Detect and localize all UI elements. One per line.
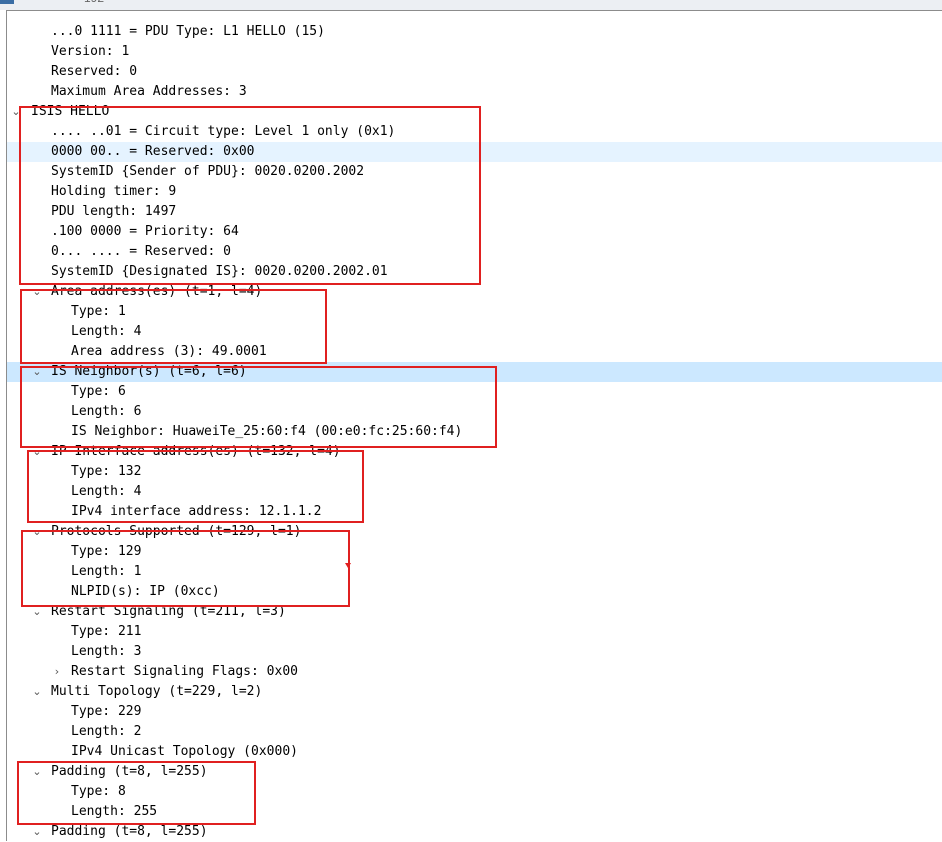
tree-row-label: IPv4 Unicast Topology (0x000) — [71, 744, 298, 759]
tree-row-label: Length: 2 — [71, 724, 142, 739]
tree-row-label: Type: 211 — [71, 624, 142, 639]
annotation-box-ip-interface — [27, 450, 364, 523]
tree-row[interactable]: Type: 229 — [7, 702, 942, 722]
tree-row-label: Length: 3 — [71, 644, 142, 659]
app-icon-fragment — [0, 0, 14, 4]
tree-row-label: Restart Signaling Flags: 0x00 — [71, 664, 298, 679]
tree-row-label: Padding (t=8, l=255) — [51, 824, 208, 839]
tree-row-label: Reserved: 0 — [51, 64, 138, 79]
tree-row[interactable]: Version: 1 — [7, 42, 942, 62]
tree-row[interactable]: › Restart Signaling Flags: 0x00 — [7, 662, 942, 682]
annotation-mark — [345, 563, 351, 568]
tab-title-fragment: 192 — [84, 0, 104, 5]
tree-row-label: ...0 1111 = PDU Type: L1 HELLO (15) — [51, 24, 325, 39]
annotation-box-padding — [17, 761, 256, 825]
tree-row[interactable]: Reserved: 0 — [7, 62, 942, 82]
tree-row[interactable]: ...0 1111 = PDU Type: L1 HELLO (15) — [7, 22, 942, 42]
tree-row-label: Multi Topology (t=229, l=2) — [51, 684, 263, 699]
expand-arrow-icon[interactable]: ⌄ — [31, 822, 43, 842]
tree-row[interactable]: ⌄ Padding (t=8, l=255) — [7, 822, 942, 842]
tree-row-label: Maximum Area Addresses: 3 — [51, 84, 247, 99]
annotation-box-area-address — [20, 289, 327, 364]
window-top-strip: 192 — [0, 0, 942, 10]
tree-row[interactable]: IPv4 Unicast Topology (0x000) — [7, 742, 942, 762]
tree-row-label: Version: 1 — [51, 44, 130, 59]
tree-row[interactable]: Length: 3 — [7, 642, 942, 662]
annotation-box-isis-hello — [19, 106, 481, 285]
collapse-arrow-icon[interactable]: › — [51, 662, 63, 682]
tree-row[interactable]: Length: 2 — [7, 722, 942, 742]
tree-row[interactable]: Maximum Area Addresses: 3 — [7, 82, 942, 102]
expand-arrow-icon[interactable]: ⌄ — [31, 682, 43, 702]
tree-row-label: Type: 229 — [71, 704, 142, 719]
pane-border-top — [6, 10, 942, 11]
tree-row[interactable]: ⌄ Multi Topology (t=229, l=2) — [7, 682, 942, 702]
annotation-box-is-neighbor — [20, 366, 497, 448]
annotation-box-protocols-supported — [21, 530, 350, 607]
tree-row[interactable]: Type: 211 — [7, 622, 942, 642]
